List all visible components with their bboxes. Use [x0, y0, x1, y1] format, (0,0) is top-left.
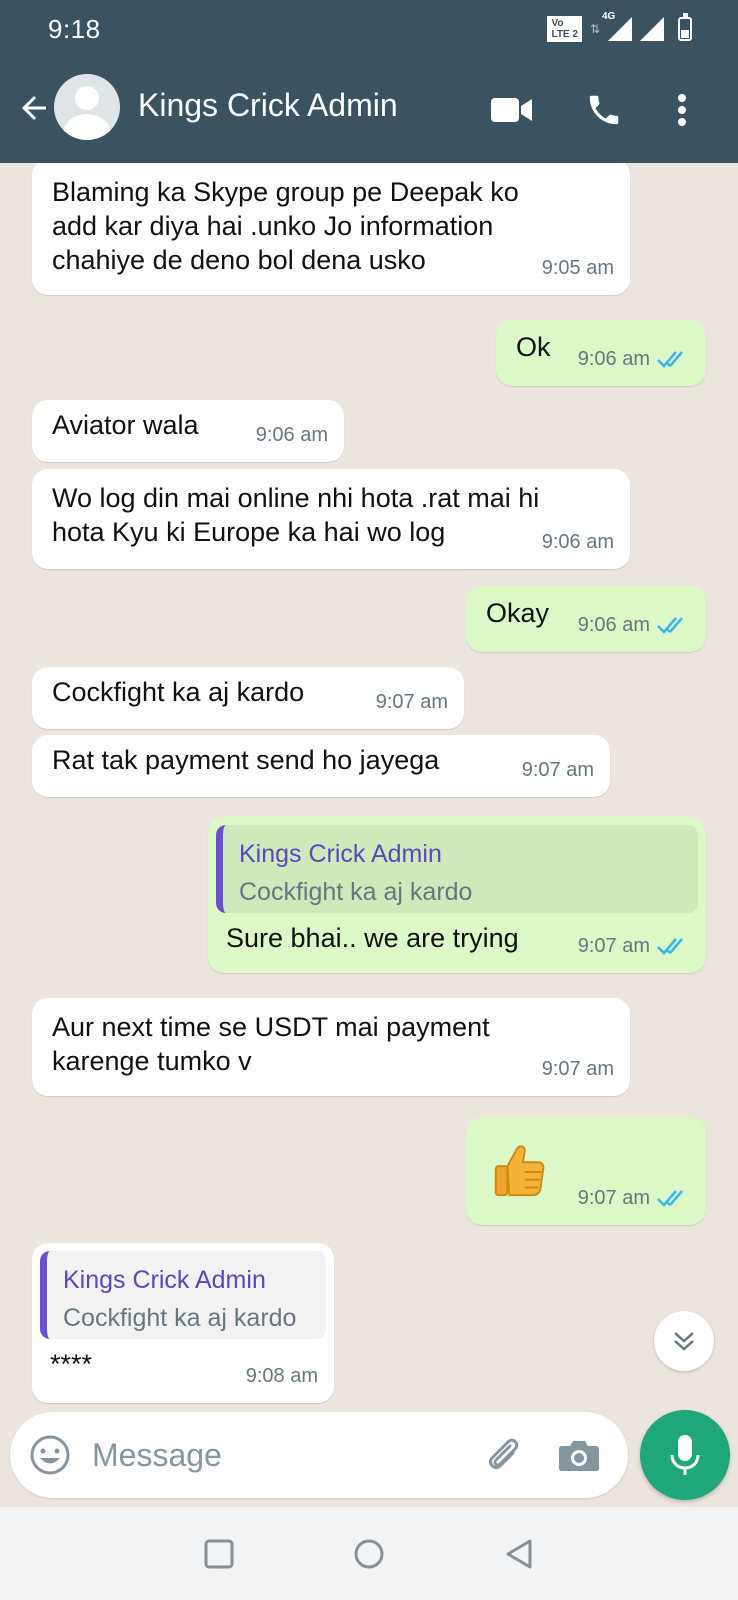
message-bubble[interactable]: Blaming ka Skype group pe Deepak ko add …	[32, 163, 630, 295]
double-check-icon	[657, 1190, 683, 1207]
app-header: 9:18 Vo LTE 2 ⇅ 4G Kings Crick Admin	[0, 0, 738, 163]
message-text: Aur next time se USDT mai payment kareng…	[52, 1012, 490, 1076]
chevron-double-down-icon	[674, 1332, 694, 1351]
message-time: 9:06 am	[577, 348, 650, 370]
message-bubble[interactable]: Wo log din mai online nhi hota .rat mai …	[32, 469, 630, 569]
menu-button[interactable]	[660, 88, 704, 132]
camera-icon[interactable]	[556, 1432, 602, 1478]
chat-area[interactable]: Blaming ka Skype group pe Deepak ko add …	[0, 163, 738, 1503]
recents-button[interactable]	[200, 1535, 238, 1573]
mic-icon	[670, 1435, 700, 1475]
message-time: 9:06 am	[255, 424, 328, 446]
message-time: 9:08 am	[245, 1365, 318, 1387]
message-composer	[10, 1412, 628, 1498]
signal-icon	[640, 17, 664, 41]
avatar[interactable]	[54, 74, 120, 140]
data-arrows-icon: ⇅	[589, 22, 600, 36]
quote-author: Kings Crick Admin	[63, 1266, 266, 1294]
message-text: Wo log din mai online nhi hota .rat mai …	[52, 483, 540, 547]
home-button[interactable]	[350, 1535, 388, 1573]
double-check-icon	[657, 351, 683, 368]
video-call-icon	[491, 98, 532, 122]
back-button[interactable]	[14, 88, 54, 128]
quote-text: Cockfight ka aj kardo	[63, 1304, 297, 1332]
video-call-button[interactable]	[490, 88, 534, 132]
message-time: 9:07 am	[577, 935, 650, 957]
emoji-icon[interactable]	[28, 1433, 72, 1477]
quote-author: Kings Crick Admin	[239, 840, 442, 868]
more-vert-icon	[678, 94, 686, 126]
message-text: Blaming ka Skype group pe Deepak ko add …	[52, 177, 519, 275]
message-bubble[interactable]: Aur next time se USDT mai payment kareng…	[32, 998, 630, 1096]
signal-4g-icon: 4G	[602, 11, 632, 41]
message-bubble[interactable]: Kings Crick Admin Cockfight ka aj kardo …	[208, 817, 706, 973]
message-time: 9:05 am	[541, 257, 614, 279]
message-time: 9:07 am	[375, 691, 448, 713]
scroll-to-bottom-button[interactable]	[654, 1311, 714, 1371]
back-nav-button[interactable]	[500, 1535, 538, 1573]
message-time: 9:06 am	[541, 531, 614, 553]
message-bubble[interactable]: Aviator wala 9:06 am	[32, 400, 344, 462]
volte-icon: Vo LTE 2	[547, 16, 582, 42]
double-check-icon	[657, 938, 683, 955]
arrow-left-icon	[22, 96, 46, 120]
quoted-message[interactable]: Kings Crick Admin Cockfight ka aj kardo	[216, 825, 698, 913]
message-text: Rat tak payment send ho jayega	[52, 745, 440, 775]
status-time: 9:18	[48, 14, 101, 44]
quote-text: Cockfight ka aj kardo	[239, 878, 473, 906]
status-icons: Vo LTE 2 ⇅ 4G	[547, 11, 692, 42]
message-bubble[interactable]: Kings Crick Admin Cockfight ka aj kardo …	[32, 1243, 334, 1403]
circle-icon	[354, 1539, 384, 1569]
double-check-icon	[657, 617, 683, 634]
paperclip-icon[interactable]	[480, 1432, 526, 1478]
message-bubble[interactable]: Okay 9:06 am	[466, 586, 706, 652]
phone-icon	[589, 95, 619, 125]
message-time: 9:06 am	[577, 614, 650, 636]
square-icon	[204, 1539, 234, 1569]
thumbs-up-emoji-icon	[494, 1145, 545, 1197]
triangle-back-icon	[506, 1539, 532, 1569]
contact-name[interactable]: Kings Crick Admin	[138, 87, 398, 124]
quoted-message[interactable]: Kings Crick Admin Cockfight ka aj kardo	[40, 1251, 326, 1339]
message-time: 9:07 am	[541, 1058, 614, 1080]
message-bubble[interactable]: Rat tak payment send ho jayega 9:07 am	[32, 735, 610, 797]
message-input[interactable]	[92, 1430, 452, 1480]
system-nav-bar	[0, 1507, 738, 1600]
mic-button[interactable]	[640, 1410, 730, 1500]
message-bubble[interactable]: Cockfight ka aj kardo 9:07 am	[32, 667, 464, 729]
message-bubble[interactable]: 9:07 am	[466, 1117, 706, 1225]
message-time: 9:07 am	[577, 1187, 650, 1209]
voice-call-button[interactable]	[582, 88, 626, 132]
battery-icon	[678, 13, 692, 41]
message-time: 9:07 am	[521, 759, 594, 781]
message-bubble[interactable]: Ok 9:06 am	[496, 320, 706, 386]
